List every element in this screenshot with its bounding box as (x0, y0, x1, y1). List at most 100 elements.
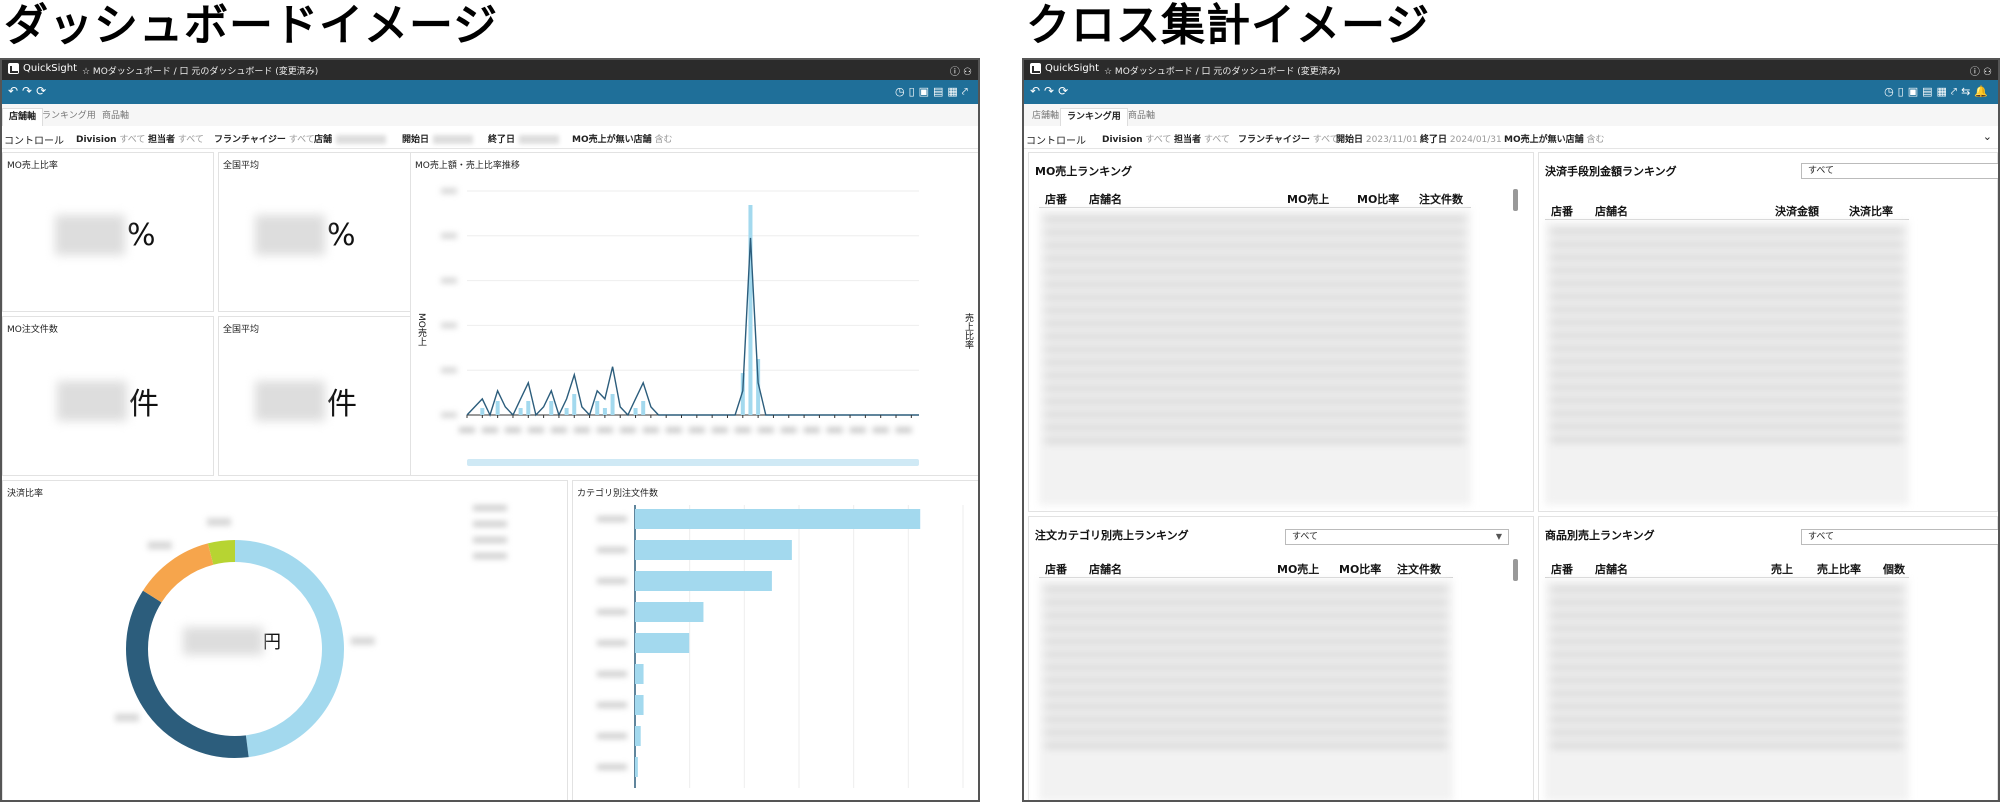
crosstab-heading: クロス集計イメージ (1026, 0, 1431, 51)
bar-mark (518, 408, 523, 415)
franchise-filter[interactable]: フランチャイジー すべて (1238, 132, 1339, 145)
help-icon[interactable]: ⓘ ⚇ (1970, 63, 1992, 78)
tick-label-blur (872, 427, 889, 433)
franchise-filter[interactable]: フランチャイジー すべて (214, 132, 315, 145)
scrollbar-thumb[interactable] (1513, 189, 1518, 211)
tick-label-blur (441, 322, 457, 329)
start-date-filter[interactable]: 開始日 (402, 132, 474, 145)
division-filter[interactable]: Division すべて (76, 132, 145, 145)
tanto-filter[interactable]: 担当者 すべて (148, 132, 204, 145)
breadcrumb[interactable]: ☆ MOダッシュボード / 口 元のダッシュボード (変更済み) (1104, 64, 1340, 77)
start-date-filter[interactable]: 開始日 2023/11/01 (1336, 132, 1418, 145)
category-label-blur (597, 609, 627, 615)
pie-slice (207, 540, 236, 565)
category-label-blur (597, 547, 627, 553)
product-select[interactable]: すべて (1801, 529, 1998, 545)
help-icon[interactable]: ⓘ ⚇ (950, 63, 972, 78)
category-select[interactable]: すべて ▼ (1285, 529, 1509, 545)
kpi-value: 件 (255, 379, 357, 423)
low-sales-filter[interactable]: MO売上が無い店舗 含む (572, 132, 673, 145)
tab-product[interactable]: 商品軸 (96, 108, 135, 126)
tick-label-blur (849, 427, 866, 433)
app-topbar: QuickSight ☆ MOダッシュボード / 口 元のダッシュボード (変更… (1024, 60, 1998, 80)
scrollbar-thumb[interactable] (1513, 559, 1518, 581)
table-body-blurred (1545, 579, 1909, 800)
tanto-filter[interactable]: 担当者 すべて (1174, 132, 1230, 145)
division-filter[interactable]: Division すべて (1102, 132, 1171, 145)
tab-ranking[interactable]: ランキング用 (1060, 108, 1128, 127)
end-date-filter[interactable]: 終了日 (488, 132, 560, 145)
kpi-title: MO注文件数 (7, 325, 58, 335)
slice-label-blur (206, 518, 231, 527)
kpi-title: 全国平均 (223, 325, 260, 335)
tab-product[interactable]: 商品軸 (1122, 108, 1161, 126)
category-label-blur (597, 516, 627, 522)
low-sales-filter[interactable]: MO売上が無い店舗 含む (1504, 132, 1605, 145)
payment-ranking-panel: 決済手段別金額ランキング すべて 店番 店舗名 決済金額 決済比率 (1538, 152, 1998, 512)
bar (635, 726, 641, 746)
dashboard-heading: ダッシュボードイメージ (4, 0, 499, 51)
bar-chart[interactable] (573, 481, 980, 802)
control-label: コントロール (4, 136, 64, 147)
tick-label-blur (573, 427, 590, 433)
table-header: 店番 店舗名 MO売上 MO比率 注文件数 (1039, 559, 1453, 578)
bar (635, 602, 704, 622)
dashboard-screenshot: QuickSight ☆ MOダッシュボード / 口 元のダッシュボード (変更… (0, 58, 980, 802)
kpi-title: MO売上比率 (7, 161, 58, 171)
bar-mark (495, 401, 500, 415)
toolbar-actions-icons[interactable]: ◷▯▣▤▦⤤ (895, 85, 972, 99)
sheet-tabs: 店舗軸 ランキング用 商品軸 (1024, 104, 1998, 127)
tick-label-blur (441, 412, 457, 418)
tab-ranking[interactable]: ランキング用 (36, 108, 102, 126)
donut-center-value: 円 (183, 627, 281, 655)
bar-mark (641, 401, 646, 415)
payment-select[interactable]: すべて (1801, 163, 1998, 179)
table-body-blurred (1545, 221, 1909, 505)
table-header: 店番 店舗名 売上 売上比率 個数 (1545, 559, 1909, 578)
control-label: コントロール (1026, 136, 1086, 147)
table-title: 注文カテゴリ別売上ランキング (1035, 529, 1189, 542)
toolbar: ↶↷⟳ ◷▯▣▤▦⤤ (2, 80, 978, 104)
slice-label-blur (114, 713, 139, 722)
trend-chart-panel: MO売上額・売上比率推移 MO売上 売上比率 (410, 152, 980, 477)
chevron-down-icon[interactable]: ⌄ (1983, 130, 1992, 143)
undo-redo-reset-icons[interactable]: ↶↷⟳ (1030, 84, 1072, 98)
end-date-filter[interactable]: 終了日 2024/01/31 (1420, 132, 1502, 145)
slice-label-blur (350, 636, 375, 645)
sheet-tabs: 店舗軸 ランキング用 商品軸 (2, 104, 978, 127)
toolbar-actions-icons[interactable]: ◷▯▣▤▦⤤⇆🔔 (1884, 85, 1992, 99)
store-filter[interactable]: 店舗 (314, 132, 387, 145)
tick-label-blur (895, 427, 912, 433)
quicksight-logo[interactable]: QuickSight (1030, 63, 1099, 74)
bar-mark (595, 401, 600, 415)
tick-label-blur (803, 427, 820, 433)
crosstab-screenshot: QuickSight ☆ MOダッシュボード / 口 元のダッシュボード (変更… (1022, 58, 2000, 802)
bar-mark (602, 408, 607, 415)
bar-mark (610, 394, 615, 415)
bar (635, 571, 772, 591)
category-label-blur (597, 733, 627, 739)
bar (635, 664, 644, 684)
breadcrumb[interactable]: ☆ MOダッシュボード / 口 元のダッシュボード (変更済み) (82, 64, 318, 77)
brand-label: QuickSight (23, 63, 78, 74)
bar-mark (572, 394, 577, 415)
kpi-mo-orders: MO注文件数 件 (2, 316, 214, 476)
table-body-blurred (1039, 209, 1471, 505)
tick-label-blur (665, 427, 682, 433)
trend-chart[interactable] (411, 153, 980, 477)
bar (635, 509, 921, 529)
kpi-national-avg-ratio: 全国平均 % (218, 152, 430, 312)
undo-redo-reset-icons[interactable]: ↶↷⟳ (8, 84, 50, 98)
category-label-blur (597, 671, 627, 677)
kpi-value: % (255, 215, 356, 255)
product-ranking-panel: 商品別売上ランキング すべて 店番 店舗名 売上 売上比率 個数 (1538, 516, 1998, 800)
table-title: MO売上ランキング (1035, 165, 1132, 178)
category-label-blur (597, 764, 627, 770)
bar (635, 633, 690, 653)
kpi-value: % (55, 215, 156, 255)
slice-label-blur (147, 541, 172, 550)
tick-label-blur (441, 232, 457, 239)
pie-slice (126, 590, 249, 758)
table-title: 商品別売上ランキング (1545, 529, 1655, 542)
quicksight-logo[interactable]: QuickSight (8, 63, 77, 74)
